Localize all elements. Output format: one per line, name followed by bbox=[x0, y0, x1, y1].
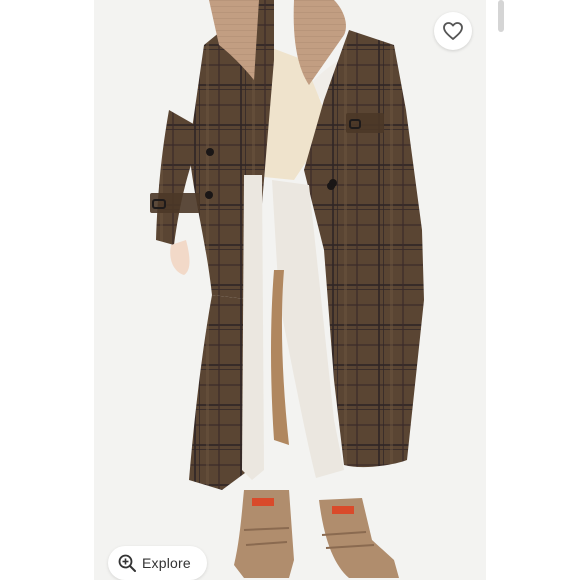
scrollbar-thumb[interactable] bbox=[498, 0, 504, 32]
heart-outline-icon bbox=[443, 22, 463, 40]
scrollbar[interactable] bbox=[498, 0, 504, 580]
like-button[interactable] bbox=[434, 12, 472, 50]
coat-illustration bbox=[94, 0, 486, 580]
explore-button[interactable]: Explore bbox=[108, 546, 207, 580]
zoom-in-icon bbox=[118, 554, 136, 572]
product-photo[interactable] bbox=[94, 0, 486, 580]
explore-label: Explore bbox=[142, 555, 191, 571]
product-image-viewer: Explore bbox=[0, 0, 580, 580]
